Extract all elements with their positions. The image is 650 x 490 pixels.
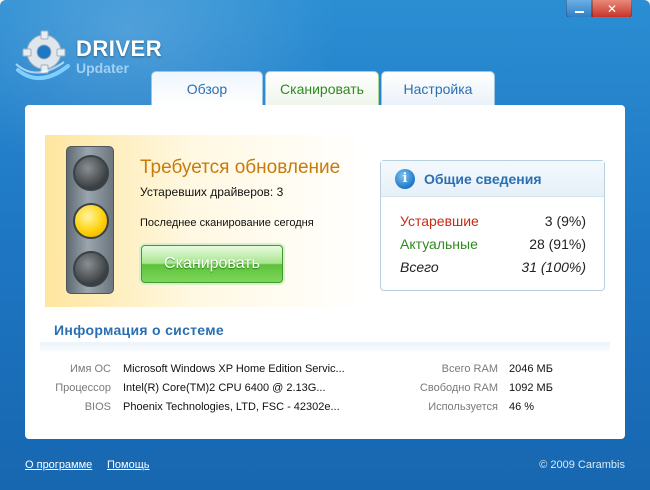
sysinfo-value-cpu: Intel(R) Core(TM)2 CPU 6400 @ 2.13G...: [123, 382, 326, 394]
sysinfo-label-cpu: Процессор: [55, 382, 111, 394]
sysinfo-value-bios: Phoenix Technologies, LTD, FSC - 42302e.…: [123, 401, 340, 413]
tab-scan[interactable]: Сканировать: [265, 71, 379, 106]
close-button[interactable]: ✕: [592, 0, 632, 18]
status-title: Требуется обновление: [140, 157, 341, 178]
sysinfo-value-total-ram: 2046 МБ: [509, 363, 553, 375]
logo-subtitle: Updater: [76, 59, 129, 76]
sysinfo-value-os: Microsoft Windows XP Home Edition Servic…: [123, 363, 345, 375]
traffic-light-yellow-on: [73, 203, 109, 239]
summary-value: 28 (91%): [529, 236, 586, 252]
summary-row-current: Актуальные 28 (91%): [400, 236, 586, 252]
help-link[interactable]: Помощь: [107, 459, 150, 471]
window-controls: ✕: [566, 0, 632, 18]
sysinfo-label-free-ram: Свободно RAM: [419, 382, 498, 394]
sysinfo-label-used: Используется: [428, 401, 498, 413]
summary-box: i Общие сведения Устаревшие 3 (9%) Актуа…: [380, 160, 605, 291]
traffic-light-red-off: [73, 155, 109, 191]
minimize-icon: [574, 10, 584, 13]
system-info-title: Информация о системе: [54, 322, 224, 338]
summary-label: Устаревшие: [400, 213, 479, 229]
summary-title: Общие сведения: [424, 170, 542, 187]
summary-value: 31 (100%): [521, 259, 586, 275]
minimize-button[interactable]: [566, 0, 592, 18]
tab-bar: Обзор Сканировать Настройка: [151, 71, 497, 106]
outdated-drivers-count: Устаревших драйверов: 3: [140, 185, 284, 199]
info-icon: i: [395, 168, 415, 189]
traffic-light-icon: [66, 146, 114, 294]
overview-panel: Требуется обновление Устаревших драйверо…: [25, 105, 625, 439]
sysinfo-value-used: 46 %: [509, 401, 535, 413]
sysinfo-label-os: Имя ОС: [70, 363, 111, 375]
sysinfo-label-bios: BIOS: [84, 401, 111, 413]
summary-row-outdated: Устаревшие 3 (9%): [400, 213, 586, 229]
traffic-light-green-off: [73, 251, 109, 287]
app-logo: DRIVER Updater: [14, 30, 162, 82]
app-window: ✕ DRIVER Updater Обзор Сканировать Настр…: [0, 0, 650, 490]
summary-label: Актуальные: [400, 236, 478, 252]
tab-settings[interactable]: Настройка: [381, 71, 495, 106]
last-scan-info: Последнее сканирование сегодня: [140, 217, 314, 229]
close-icon: ✕: [606, 1, 618, 16]
gear-logo-icon: [14, 30, 72, 82]
summary-value: 3 (9%): [544, 213, 586, 229]
copyright: © 2009 Carambis: [539, 459, 625, 471]
tab-overview[interactable]: Обзор: [151, 71, 263, 106]
system-info-divider: [40, 342, 610, 354]
sysinfo-value-free-ram: 1092 МБ: [509, 382, 553, 394]
scan-button[interactable]: Сканировать: [141, 245, 283, 283]
summary-row-total: Всего 31 (100%): [400, 259, 586, 275]
logo-text: DRIVER Updater: [76, 35, 163, 76]
logo-title: DRIVER: [76, 35, 163, 61]
about-link[interactable]: О программе: [25, 459, 92, 471]
summary-header: i Общие сведения: [381, 161, 604, 197]
summary-label: Всего: [400, 259, 439, 275]
sysinfo-label-total-ram: Всего RAM: [441, 363, 498, 375]
